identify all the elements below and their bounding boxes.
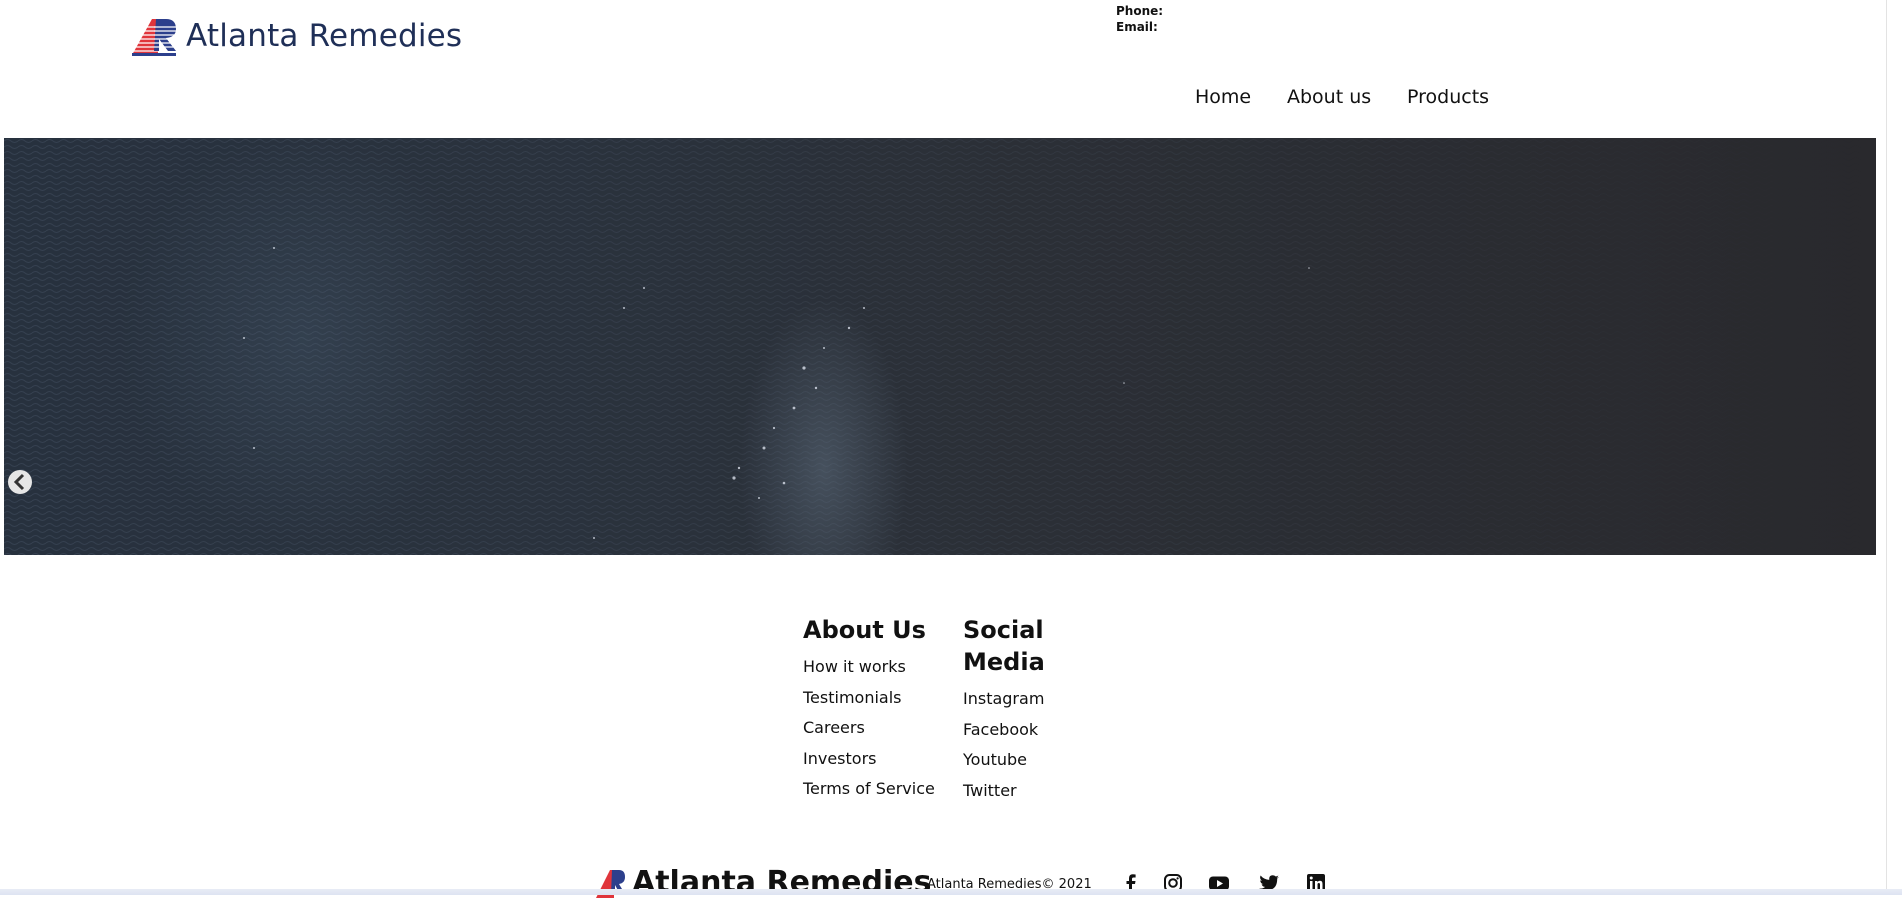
footer-link-twitter[interactable]: Twitter: [963, 781, 1073, 813]
page-scrollbar[interactable]: [1886, 0, 1902, 895]
footer-social-heading: Social Media: [963, 614, 1073, 678]
nav-item-home[interactable]: Home: [1195, 86, 1251, 108]
footer-social-column: Social Media Instagram Facebook Youtube …: [963, 614, 1073, 812]
footer-link-instagram[interactable]: Instagram: [963, 690, 1073, 721]
chevron-right-icon: [1875, 469, 1876, 495]
slider-prev-button[interactable]: [6, 468, 34, 496]
atlanta-remedies-logo-icon: [132, 19, 178, 56]
nav-item-products[interactable]: Products: [1407, 86, 1489, 108]
nav-item-about-us[interactable]: About us: [1287, 86, 1371, 108]
hero-slider: [4, 138, 1876, 555]
phone-label: Phone:: [1116, 4, 1164, 18]
footer-link-how-it-works[interactable]: How it works: [803, 658, 943, 689]
footer-social-heading-line2: Media: [963, 648, 1045, 676]
footer-about-heading: About Us: [803, 616, 926, 644]
footer-link-careers[interactable]: Careers: [803, 719, 943, 750]
brand-name: Atlanta Remedies: [186, 18, 463, 54]
footer-link-terms-of-service[interactable]: Terms of Service: [803, 780, 943, 811]
bottom-edge: [0, 889, 1902, 895]
footer-about-column: About Us How it works Testimonials Caree…: [803, 614, 943, 811]
footer-link-facebook[interactable]: Facebook: [963, 720, 1073, 752]
chevron-left-icon: [8, 470, 32, 494]
ocean-image: [4, 138, 1876, 555]
footer-link-youtube[interactable]: Youtube: [963, 751, 1073, 782]
brand-logo-link[interactable]: Atlanta Remedies: [132, 15, 462, 57]
footer-link-testimonials[interactable]: Testimonials: [803, 688, 943, 720]
slider-next-button[interactable]: [1874, 468, 1876, 496]
contact-info: Phone: Email:: [1116, 3, 1163, 35]
footer-link-investors[interactable]: Investors: [803, 749, 943, 781]
footer-social-heading-line1: Social: [963, 616, 1044, 644]
email-label: Email:: [1116, 20, 1158, 34]
